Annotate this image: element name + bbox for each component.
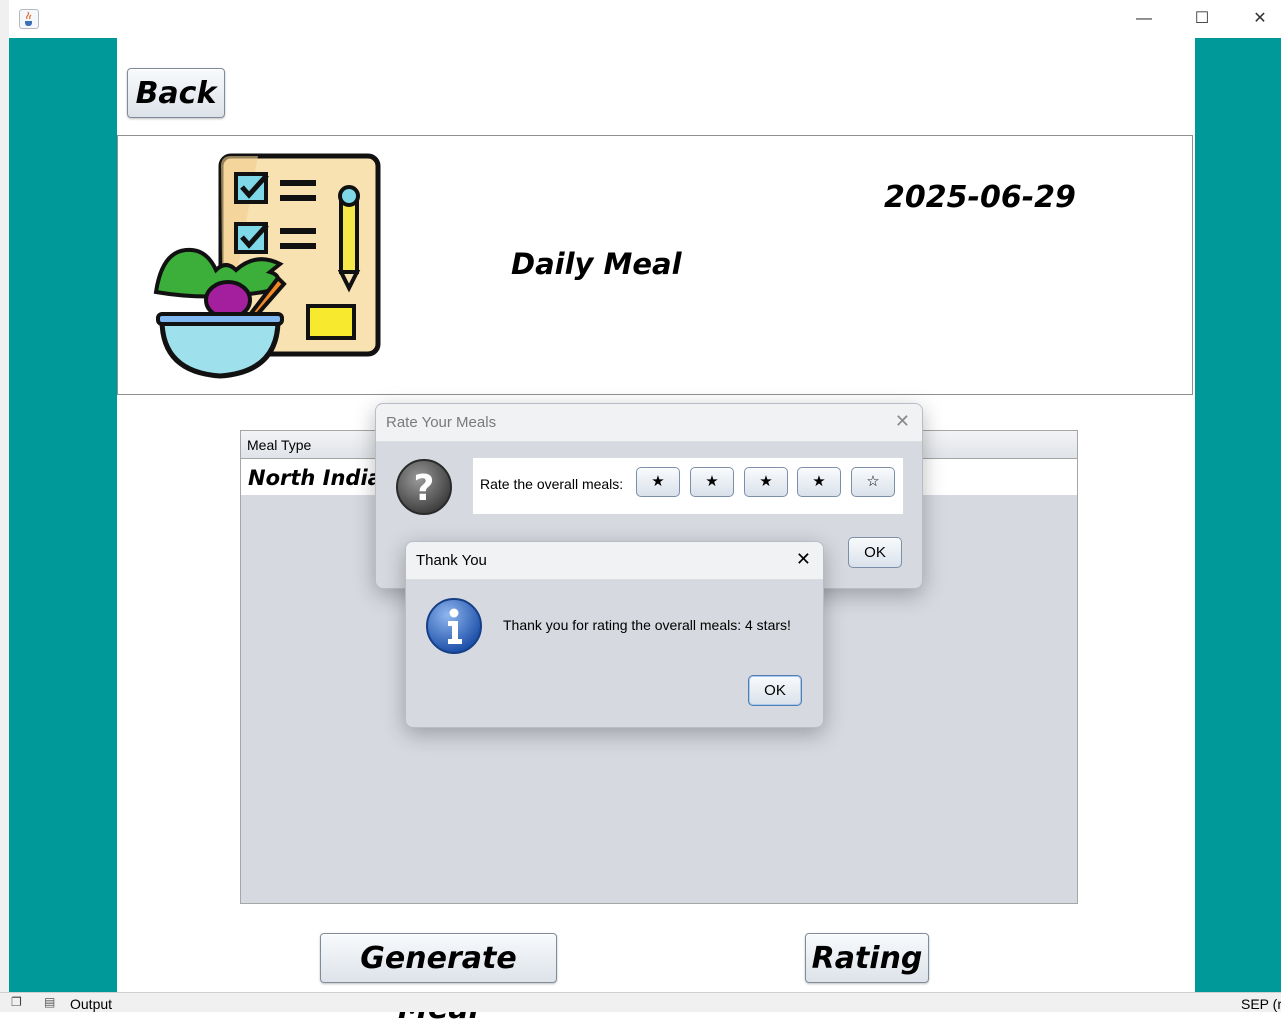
star-button-1[interactable]: ★ xyxy=(636,467,680,497)
star-button-3[interactable]: ★ xyxy=(744,467,788,497)
minimize-button[interactable]: — xyxy=(1116,4,1172,34)
frame-left-panel xyxy=(9,38,117,992)
output-icon: ▤ xyxy=(44,995,56,1009)
java-cup-icon xyxy=(19,9,39,29)
thank-you-dialog: Thank You ✕ Thank you for rating the ove… xyxy=(405,541,824,728)
title-bar xyxy=(9,0,1281,39)
meal-checklist-icon xyxy=(148,152,384,384)
back-button[interactable]: Back xyxy=(127,68,225,118)
close-window-button[interactable]: ✕ xyxy=(1232,4,1281,34)
thanks-message: Thank you for rating the overall meals: … xyxy=(503,617,791,633)
maximize-button[interactable]: ☐ xyxy=(1174,4,1230,34)
thanks-dialog-title-bar: Thank You ✕ xyxy=(406,542,823,580)
restore-icon[interactable]: ❐ xyxy=(11,995,22,1009)
close-icon[interactable]: ✕ xyxy=(895,411,910,432)
close-icon[interactable]: ✕ xyxy=(796,549,811,570)
column-header-meal-type[interactable]: Meal Type xyxy=(247,437,311,453)
star-button-2[interactable]: ★ xyxy=(690,467,734,497)
output-tab[interactable]: Output xyxy=(70,996,112,1012)
svg-text:?: ? xyxy=(414,468,435,509)
info-icon xyxy=(425,597,483,655)
rating-button[interactable]: Rating xyxy=(805,933,929,983)
rate-dialog-title: Rate Your Meals xyxy=(386,414,497,431)
star-button-4[interactable]: ★ xyxy=(797,467,841,497)
ide-status-strip: ❐ ▤ Output SEP (r xyxy=(0,992,1281,1012)
page-title: Daily Meal xyxy=(511,247,682,281)
rating-prompt: Rate the overall meals: xyxy=(480,476,624,492)
status-text: SEP (r xyxy=(1241,996,1281,1012)
rate-dialog-title-bar: Rate Your Meals ✕ xyxy=(376,404,922,442)
thanks-dialog-title: Thank You xyxy=(416,552,487,569)
left-edge xyxy=(0,0,9,1011)
thanks-ok-button[interactable]: OK xyxy=(748,675,802,706)
date-label: 2025-06-29 xyxy=(884,180,1076,215)
question-icon: ? xyxy=(395,458,453,516)
star-button-5[interactable]: ☆ xyxy=(851,467,895,497)
generate-meal-button[interactable]: Generate Meal xyxy=(320,933,557,1026)
frame-right-panel xyxy=(1195,38,1281,992)
rate-ok-button[interactable]: OK xyxy=(848,537,902,568)
rating-panel: Rate the overall meals: ★ ★ ★ ★ ☆ xyxy=(473,458,903,514)
